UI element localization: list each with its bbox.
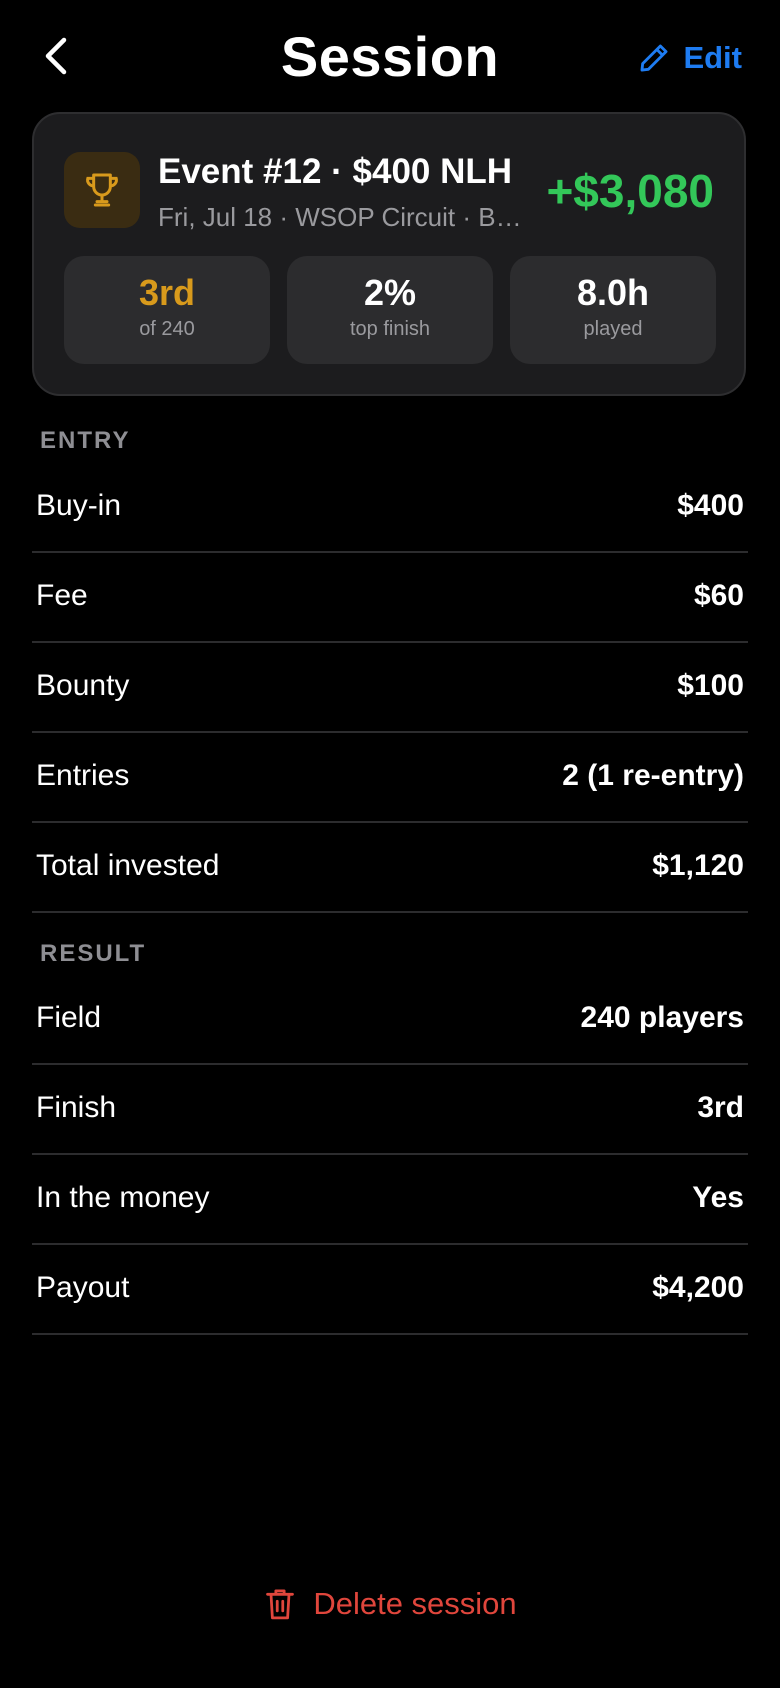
stat-label: played [583, 318, 643, 340]
net-profit: +$3,080 [546, 165, 714, 217]
row-value: $1,120 [652, 849, 744, 882]
row-label: Buy-in [36, 489, 122, 522]
row-value: 2 (1 re-entry) [562, 759, 744, 792]
row-value: $100 [677, 669, 744, 702]
row-label: Payout [36, 1271, 130, 1304]
row-value: 240 players [580, 1001, 744, 1034]
row-label: In the money [36, 1181, 210, 1214]
row-fee: Fee $60 [32, 553, 748, 643]
nav-header: Session Edit [0, 0, 780, 112]
row-label: Finish [36, 1091, 117, 1124]
pencil-icon [640, 44, 668, 72]
row-label: Fee [36, 579, 88, 612]
edit-label: Edit [683, 40, 742, 75]
stat-label: top finish [349, 318, 431, 340]
row-value: $60 [693, 579, 744, 612]
row-value: Yes [692, 1181, 744, 1214]
row-buy-in: Buy-in $400 [32, 463, 748, 553]
trophy-badge [64, 152, 140, 228]
trash-icon [266, 1589, 295, 1620]
row-payout: Payout $4,200 [32, 1245, 748, 1335]
result-section-heading: RESULT [40, 940, 147, 967]
row-entries: Entries 2 (1 re-entry) [32, 733, 748, 823]
row-in-the-money: In the money Yes [32, 1155, 748, 1245]
row-bounty: Bounty $100 [32, 643, 748, 733]
row-value: $400 [677, 489, 744, 522]
row-label: Entries [36, 759, 130, 792]
stat-value: 3rd [138, 272, 196, 313]
row-field: Field 240 players [32, 975, 748, 1065]
event-title: Event #12 · $400 NLH [158, 152, 513, 191]
stat-finish: 3rd of 240 [64, 256, 270, 364]
row-label: Bounty [36, 669, 130, 702]
entry-section-heading: ENTRY [40, 427, 131, 454]
row-finish: Finish 3rd [32, 1065, 748, 1155]
row-label: Total invested [36, 849, 220, 882]
stat-value: 8.0h [576, 272, 650, 313]
trophy-icon [86, 173, 118, 207]
stat-hours-played: 8.0h played [510, 256, 716, 364]
delete-session-button[interactable]: Delete session [0, 1586, 780, 1622]
row-label: Field [36, 1001, 102, 1034]
stat-value: 2% [363, 272, 417, 313]
event-subtitle: Fri, Jul 18 · WSOP Circuit · Bel... [158, 202, 524, 232]
edit-button[interactable]: Edit [637, 36, 742, 80]
session-summary-card: Event #12 · $400 NLH Fri, Jul 18 · WSOP … [32, 112, 746, 396]
stat-label: of 240 [139, 318, 195, 340]
row-total-invested: Total invested $1,120 [32, 823, 748, 913]
stat-top-finish: 2% top finish [287, 256, 493, 364]
row-value: 3rd [697, 1091, 744, 1124]
row-value: $4,200 [652, 1271, 744, 1304]
delete-label: Delete session [313, 1586, 517, 1621]
